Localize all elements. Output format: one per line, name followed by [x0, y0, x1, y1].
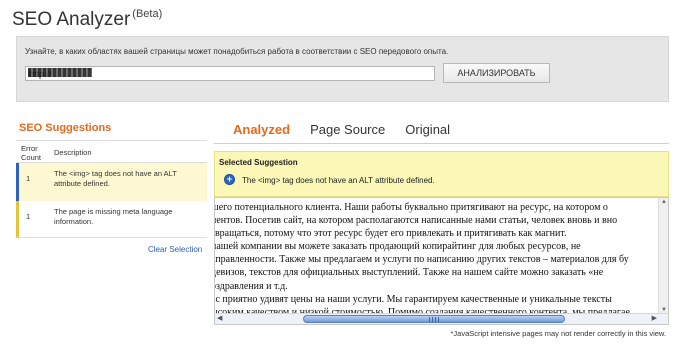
selected-suggestion-text: The <img> tag does not have an ALT attri… [242, 176, 435, 185]
horizontal-scrollbar[interactable]: ◀ ▶ [215, 313, 668, 324]
scroll-up-arrow-icon[interactable]: ▲ [660, 199, 668, 205]
suggestion-description: The page is missing meta language inform… [54, 207, 173, 226]
preview-line: аправленности. Также мы предлагаем и усл… [214, 254, 629, 266]
suggestions-header-row: Error Count Description [16, 141, 207, 163]
suggestion-count: 1 [26, 212, 31, 221]
suggestion-count: 1 [26, 174, 31, 183]
tab-divider [214, 143, 669, 144]
javascript-footnote: *JavaScript intensive pages may not rend… [450, 329, 666, 338]
page-preview[interactable]: шего потенциального клиента. Наши работы… [214, 197, 669, 325]
preview-line: оздравления и т.д. [214, 280, 288, 292]
preview-line: иентов. Посетив сайт, на котором распола… [214, 215, 618, 227]
tab-analyzed[interactable]: Analyzed [233, 122, 290, 137]
preview-line: девизов, текстов для официальных выступл… [214, 267, 604, 279]
preview-line: шего потенциального клиента. Наши работы… [214, 202, 608, 213]
view-tabs: Analyzed Page Source Original [233, 122, 450, 137]
preview-line: ас приятно удивят цены на наши услуги. М… [214, 293, 612, 305]
page-title: SEO Analyzer (Beta) [12, 8, 163, 30]
beta-label: (Beta) [132, 8, 163, 20]
preview-line: звращаться, потому что этот ресурс будет… [214, 228, 567, 240]
tab-page-source[interactable]: Page Source [310, 122, 385, 137]
url-panel-description: Узнайте, в каких областях вашей страницы… [25, 47, 449, 56]
header-error-count[interactable]: Error Count [16, 141, 50, 162]
tab-original[interactable]: Original [405, 122, 450, 137]
suggestion-row-language[interactable]: 1 The page is missing meta language info… [16, 201, 207, 238]
horizontal-scroll-thumb[interactable] [303, 315, 565, 323]
suggestion-description: The <img> tag does not have an ALT attri… [54, 169, 177, 188]
url-panel: Узнайте, в каких областях вашей страницы… [16, 36, 669, 102]
preview-line: нашей компании вы можете заказать продаю… [214, 241, 581, 253]
selected-suggestion-box: Selected Suggestion + The <img> tag does… [214, 151, 669, 197]
header-description[interactable]: Description [50, 141, 207, 162]
vertical-scrollbar[interactable]: ▲ ▼ [658, 198, 668, 314]
selected-suggestion-title: Selected Suggestion [219, 158, 298, 167]
scroll-left-arrow-icon[interactable]: ◀ [217, 314, 222, 322]
suggestions-table: Error Count Description 1 The <img> tag … [16, 140, 207, 238]
clear-selection-link[interactable]: Clear Selection [148, 245, 202, 254]
plus-circle-icon[interactable]: + [224, 174, 235, 185]
analyze-button[interactable]: АНАЛИЗИРОВАТЬ [443, 63, 550, 83]
scroll-right-arrow-icon[interactable]: ▶ [652, 314, 657, 322]
suggestion-row-alt[interactable]: 1 The <img> tag does not have an ALT att… [16, 163, 207, 201]
grip-icon [429, 317, 439, 322]
suggestions-title: SEO Suggestions [19, 122, 112, 134]
preview-text: шего потенциального клиента. Наши работы… [214, 201, 668, 319]
redacted-url-scribble [28, 68, 92, 77]
